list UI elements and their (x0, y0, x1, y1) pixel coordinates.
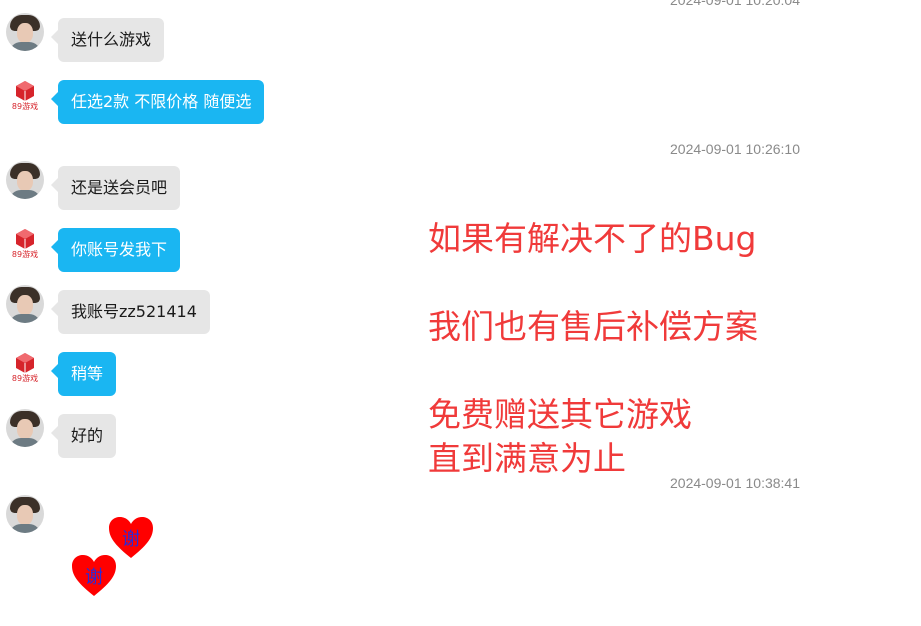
avatar[interactable] (6, 495, 44, 533)
shop-logo-text: 89游戏 (11, 102, 39, 111)
message-bubble[interactable]: 送什么游戏 (50, 18, 165, 62)
avatar[interactable] (6, 409, 44, 447)
shop-logo[interactable]: 89游戏 (10, 80, 40, 114)
message-bubble[interactable]: 好的 (50, 414, 117, 458)
message-bubble[interactable]: 你账号发我下 (50, 228, 181, 272)
avatar[interactable] (6, 285, 44, 323)
heart-text: 谢 (122, 529, 140, 550)
message-bubble[interactable]: 稍等 (50, 352, 117, 396)
overlay-line: 直到满意为止 (428, 439, 626, 478)
heart-sticker[interactable]: 谢 (71, 554, 117, 598)
shop-logo[interactable]: 89游戏 (10, 228, 40, 262)
timestamp: 2024-09-01 10:20:04 (670, 0, 800, 8)
cube-icon (16, 229, 34, 249)
message-bubble[interactable]: 任选2款 不限价格 随便选 (50, 80, 265, 124)
avatar[interactable] (6, 161, 44, 199)
timestamp: 2024-09-01 10:26:10 (670, 141, 800, 157)
message-bubble[interactable]: 还是送会员吧 (50, 166, 181, 210)
timestamp: 2024-09-01 10:38:41 (670, 475, 800, 491)
cube-icon (16, 81, 34, 101)
heart-text: 谢 (85, 567, 103, 588)
cube-icon (16, 353, 34, 373)
avatar[interactable] (6, 13, 44, 51)
shop-logo-text: 89游戏 (11, 250, 39, 259)
message-bubble[interactable]: 我账号zz521414 (51, 290, 210, 334)
shop-logo[interactable]: 89游戏 (10, 352, 40, 386)
overlay-line: 我们也有售后补偿方案 (428, 307, 758, 346)
overlay-line: 如果有解决不了的Bug (428, 219, 757, 258)
overlay-line: 免费赠送其它游戏 (428, 395, 692, 434)
shop-logo-text: 89游戏 (11, 374, 39, 383)
